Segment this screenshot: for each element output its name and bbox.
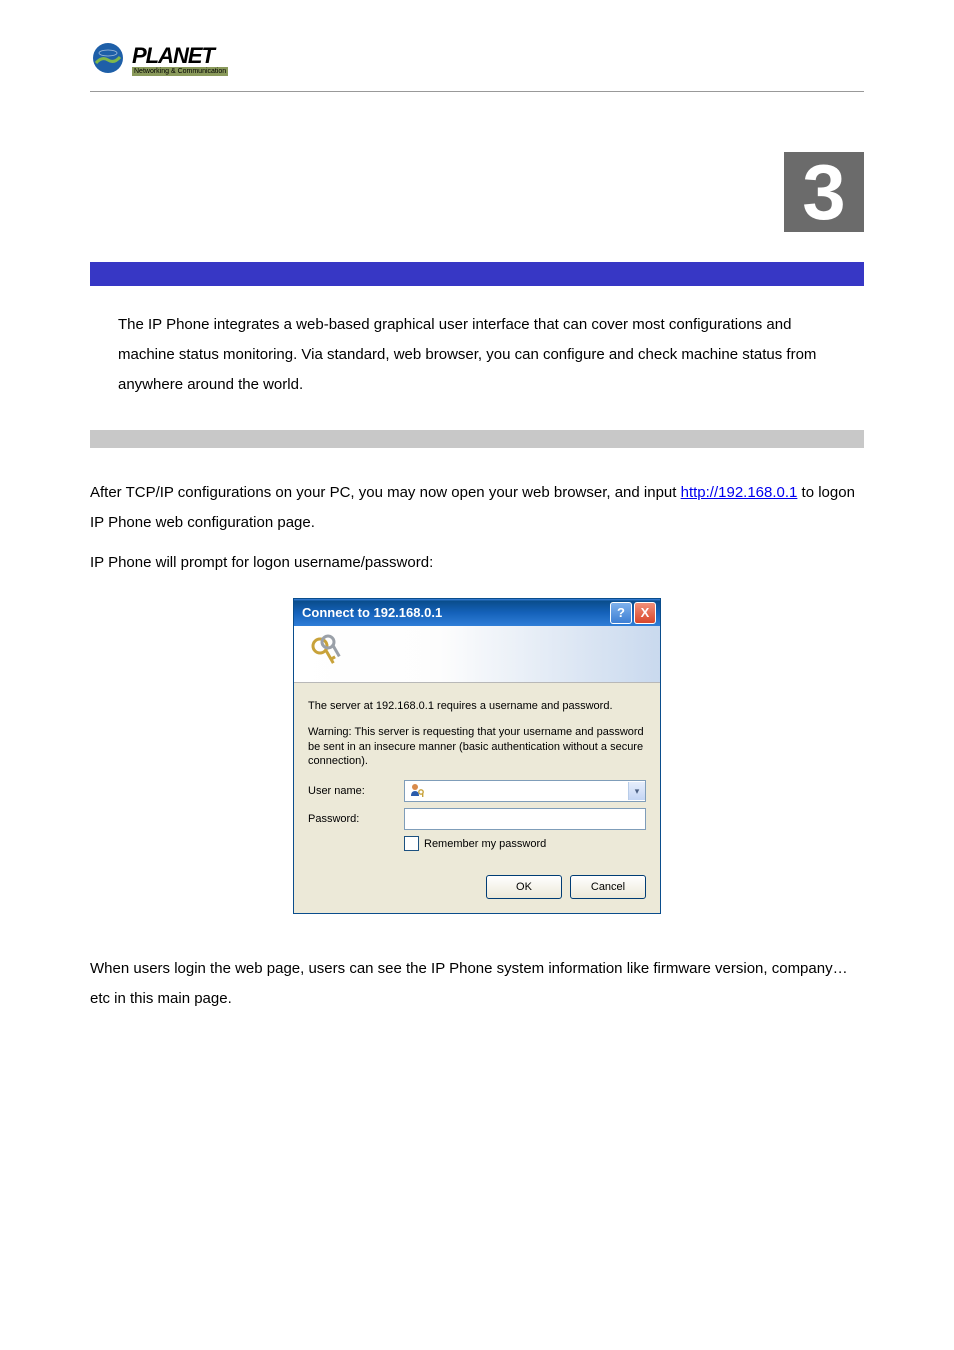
intro-paragraph: The IP Phone integrates a web-based grap… [118,310,844,400]
close-icon: X [641,605,650,620]
cancel-button[interactable]: Cancel [570,875,646,899]
auth-dialog: Connect to 192.168.0.1 ? X [293,598,661,914]
dialog-titlebar: Connect to 192.168.0.1 ? X [294,599,660,626]
help-button[interactable]: ? [610,602,632,624]
dialog-message-1: The server at 192.168.0.1 requires a use… [308,699,646,713]
remember-checkbox[interactable] [404,836,419,851]
user-icon [409,782,425,801]
globe-icon [90,40,126,81]
help-icon: ? [617,605,625,620]
dialog-title: Connect to 192.168.0.1 [302,605,442,620]
body-p1-pre: After TCP/IP configurations on your PC, … [90,484,681,501]
body-paragraph-2: IP Phone will prompt for logon username/… [90,548,864,578]
username-label: User name: [308,785,404,797]
chevron-down-icon[interactable]: ▾ [628,782,645,800]
keys-icon [306,632,350,676]
section-heading-bar [90,262,864,286]
password-label: Password: [308,813,404,825]
dialog-message-2: Warning: This server is requesting that … [308,725,646,768]
subsection-bar [90,430,864,448]
password-input[interactable] [404,808,646,830]
footer-paragraph: When users login the web page, users can… [90,954,864,1014]
body-paragraph-1: After TCP/IP configurations on your PC, … [90,478,864,538]
username-input[interactable]: ▾ [404,780,646,802]
logo-brand: PLANET [132,45,228,67]
logo-tagline: Networking & Communication [132,67,228,76]
close-button[interactable]: X [634,602,656,624]
ok-button[interactable]: OK [486,875,562,899]
logo: PLANET Networking & Communication [90,40,864,81]
remember-label: Remember my password [424,838,546,850]
config-url-link[interactable]: http://192.168.0.1 [681,484,798,501]
header-divider [90,91,864,92]
chapter-number-badge: 3 [784,152,864,232]
dialog-banner [294,626,660,683]
